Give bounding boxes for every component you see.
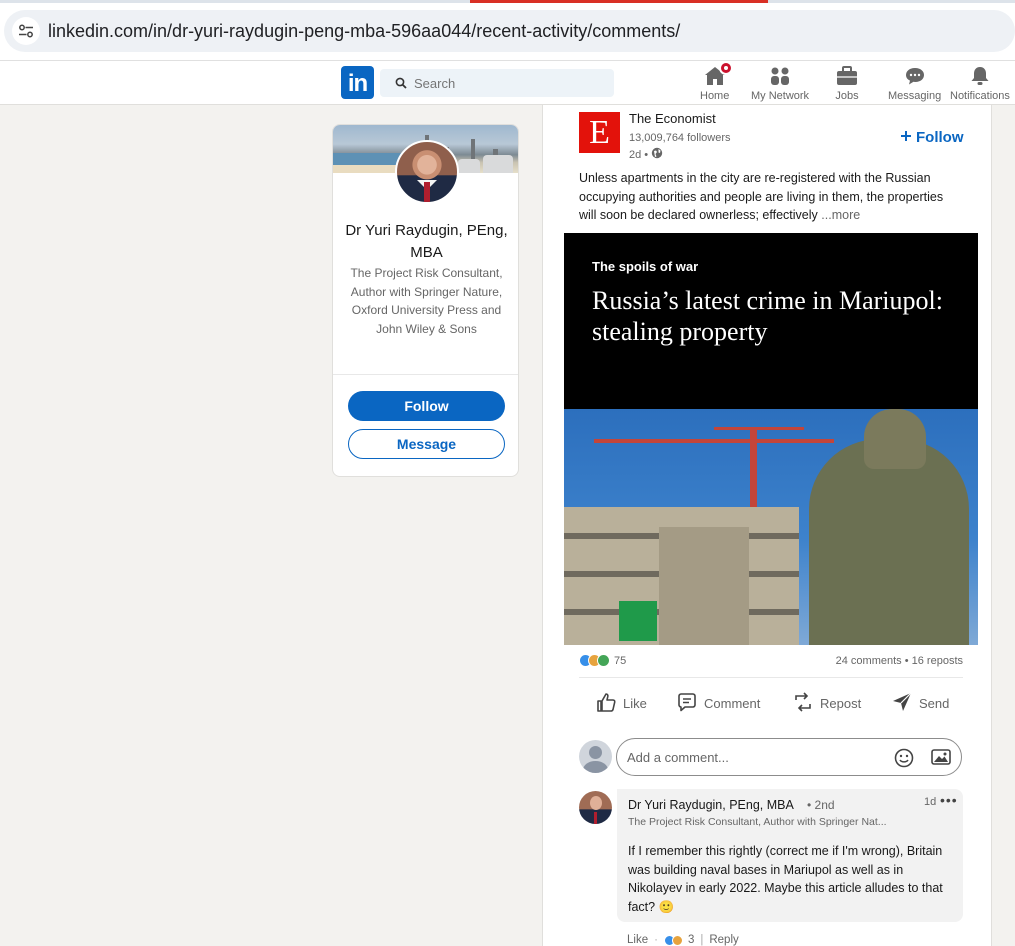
repost-icon <box>792 691 814 716</box>
post-author-followers: 13,009,764 followers <box>629 132 731 144</box>
linkedin-top-nav: in Home My Network Jobs Messaging <box>0 61 1015 105</box>
comment-bubble: Dr Yuri Raydugin, PEng, MBA • 2nd 1d •••… <box>617 789 963 922</box>
insightful-reaction-icon <box>671 934 683 946</box>
post-action-bar: Like Comment Repost Send <box>579 691 963 719</box>
search-bar[interactable] <box>380 69 614 97</box>
like-label: Like <box>623 696 647 711</box>
network-icon <box>768 64 792 88</box>
repost-label: Repost <box>820 696 862 711</box>
omnibox[interactable]: linkedin.com/in/dr-yuri-raydugin-peng-mb… <box>4 10 1015 52</box>
comment-item: Dr Yuri Raydugin, PEng, MBA • 2nd 1d •••… <box>579 789 963 946</box>
comment-body: If I remember this rightly (correct me i… <box>628 844 943 914</box>
profile-name[interactable]: Dr Yuri Raydugin, PEng, MBA <box>343 220 510 264</box>
reactions-row: 75 24 comments • 16 reposts <box>579 653 963 671</box>
separator-bar: | <box>700 934 704 946</box>
site-settings-icon[interactable] <box>12 17 40 45</box>
send-icon <box>891 691 913 716</box>
repost-button[interactable]: Repost <box>792 691 861 716</box>
article-kicker: The spoils of war <box>592 259 699 274</box>
nav-label: Jobs <box>835 90 859 102</box>
comment-button[interactable]: Comment <box>676 691 760 716</box>
post-body: Unless apartments in the city are re-reg… <box>579 171 944 222</box>
article-photo <box>564 409 978 645</box>
economist-logo[interactable]: E <box>579 112 620 153</box>
nav-my-network[interactable]: My Network <box>751 64 809 102</box>
connection-degree: • 2nd <box>807 798 835 812</box>
comment-reaction-count[interactable]: 3 <box>688 934 694 946</box>
plus-icon <box>900 129 912 146</box>
reaction-count[interactable]: 75 <box>614 655 626 667</box>
post-follow-button[interactable]: Follow <box>900 129 964 146</box>
home-icon <box>703 61 733 88</box>
active-tab-indicator <box>470 0 768 3</box>
comment-time: 1d <box>924 796 937 808</box>
post-text: Unless apartments in the city are re-reg… <box>579 169 959 225</box>
briefcase-icon <box>835 64 859 88</box>
nav-label: Notifications <box>950 90 1010 102</box>
nav-home[interactable]: Home <box>700 61 733 102</box>
activity-feed: E The Economist 13,009,764 followers 2d … <box>542 105 992 946</box>
comment-placeholder: Add a comment... <box>627 749 729 765</box>
separator-dot: · <box>654 934 658 946</box>
reply-button[interactable]: Reply <box>709 934 738 946</box>
comment-actions: Like · 3 | Reply <box>627 934 739 946</box>
bell-icon <box>968 64 992 88</box>
comment-label: Comment <box>704 696 761 711</box>
comment-icon <box>676 691 698 716</box>
message-button[interactable]: Message <box>348 429 505 459</box>
follow-button[interactable]: Follow <box>348 391 505 421</box>
image-icon[interactable] <box>931 748 951 771</box>
separator-dot: • <box>644 148 649 161</box>
more-options-icon[interactable]: ••• <box>940 792 958 808</box>
nav-label: Home <box>700 90 730 102</box>
divider <box>333 374 518 375</box>
commenter-headline: The Project Risk Consultant, Author with… <box>628 816 887 828</box>
current-user-avatar <box>579 740 612 773</box>
browser-address-bar: linkedin.com/in/dr-yuri-raydugin-peng-mb… <box>0 0 1015 61</box>
send-label: Send <box>919 696 950 711</box>
like-button[interactable]: Like <box>595 691 647 716</box>
nav-notifications[interactable]: Notifications <box>950 64 1010 102</box>
messaging-icon <box>903 64 927 88</box>
profile-card: Dr Yuri Raydugin, PEng, MBA The Project … <box>332 124 519 477</box>
reaction-icons[interactable] <box>579 654 610 667</box>
url-text[interactable]: linkedin.com/in/dr-yuri-raydugin-peng-mb… <box>48 21 680 42</box>
profile-headline: The Project Risk Consultant, Author with… <box>350 266 503 336</box>
linkedin-logo[interactable]: in <box>341 66 374 99</box>
nav-label: My Network <box>751 90 810 102</box>
post-age: 2d <box>629 148 642 161</box>
nav-messaging[interactable]: Messaging <box>888 64 941 102</box>
post-header: E The Economist 13,009,764 followers 2d … <box>579 109 979 169</box>
comment-like-button[interactable]: Like <box>627 934 648 946</box>
post-meta: 2d • <box>629 147 663 162</box>
thumbs-up-icon <box>595 691 617 716</box>
see-more-link[interactable]: ...more <box>821 208 860 222</box>
comment-reaction-icons[interactable] <box>663 934 683 946</box>
commenter-avatar[interactable] <box>579 791 612 824</box>
commenter-name[interactable]: Dr Yuri Raydugin, PEng, MBA <box>628 798 794 812</box>
article-image[interactable]: The spoils of war Russia’s latest crime … <box>564 233 978 645</box>
add-comment-row: Add a comment... <box>579 737 963 777</box>
engagement-counts[interactable]: 24 comments • 16 reposts <box>836 655 963 667</box>
nav-jobs[interactable]: Jobs <box>835 64 859 102</box>
search-icon <box>394 76 408 90</box>
emoji-icon[interactable] <box>894 748 914 773</box>
support-reaction-icon <box>597 654 610 667</box>
divider <box>579 677 963 678</box>
post-follow-label: Follow <box>916 129 964 146</box>
profile-avatar[interactable] <box>395 140 459 204</box>
search-input[interactable] <box>414 75 604 91</box>
article-title: Russia’s latest crime in Mariupol: steal… <box>592 286 943 346</box>
nav-label: Messaging <box>888 90 942 102</box>
post-author-name[interactable]: The Economist <box>629 111 716 126</box>
globe-icon <box>651 147 663 162</box>
send-button[interactable]: Send <box>891 691 949 716</box>
notification-badge <box>718 61 733 75</box>
